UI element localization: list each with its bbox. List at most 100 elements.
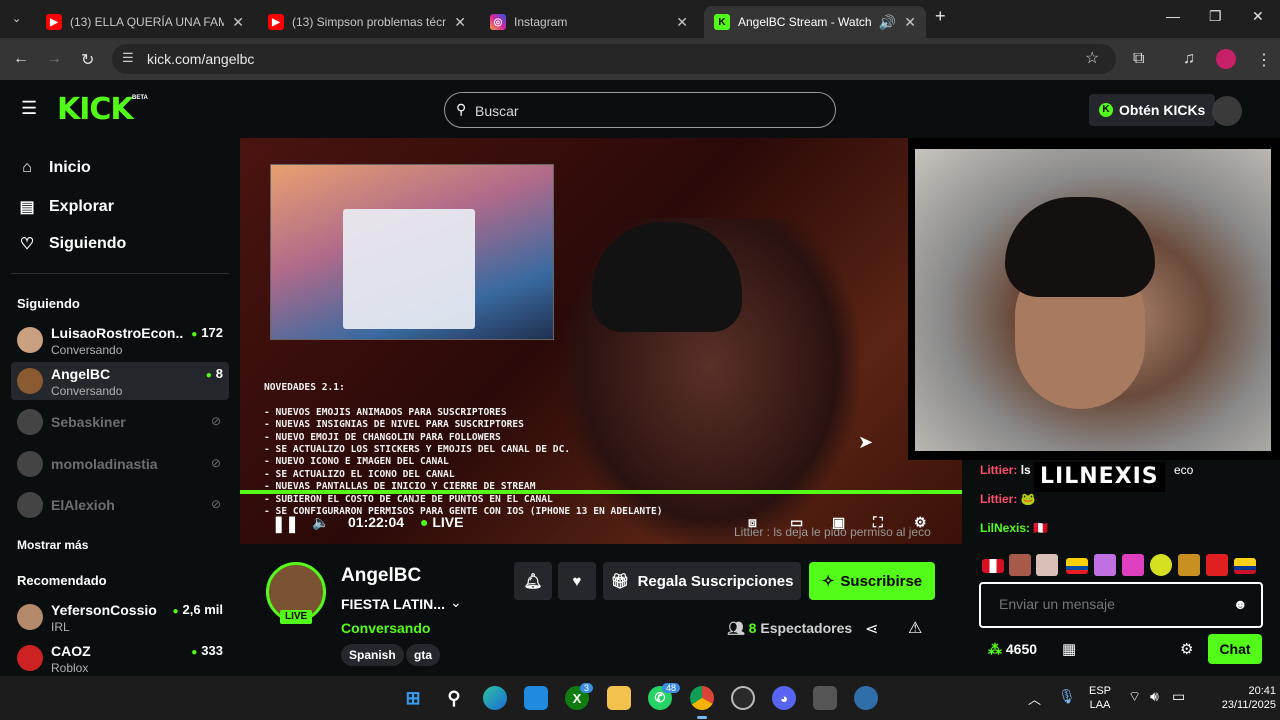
chat-username[interactable]: LilNexis: (980, 521, 1030, 535)
emote-colombia-flag[interactable] (1234, 558, 1256, 574)
discord-icon[interactable]: ◕ (772, 686, 796, 710)
kick-logo[interactable]: KICK (57, 92, 134, 127)
emote-1[interactable] (1009, 554, 1031, 576)
store-icon[interactable]: ▦ (1062, 640, 1076, 658)
sidebar-channel-sebaskiner[interactable]: Sebaskiner ⊘ (11, 403, 229, 441)
edge-icon[interactable] (483, 686, 507, 710)
emote-5[interactable] (1150, 554, 1172, 576)
sidebar-channel-momoladinastia[interactable]: momoladinastia ⊘ (11, 445, 229, 483)
sidebar-channel-luisao[interactable]: LuisaoRostroEcon... Conversando 172 (11, 321, 229, 359)
emote-2[interactable] (1036, 554, 1058, 576)
chat-username[interactable]: Littier: (980, 492, 1017, 506)
channel-name[interactable]: AngelBC (341, 565, 421, 587)
extensions-icon[interactable]: ⧉ (1133, 50, 1144, 68)
emote-7[interactable] (1206, 554, 1228, 576)
audio-icon[interactable]: 🔊 (879, 14, 896, 31)
tab-instagram[interactable]: ◎ Instagram ✕ (480, 6, 698, 38)
report-warning-icon[interactable]: ⚠ (908, 618, 922, 638)
pip-icon[interactable]: ⧈ (748, 514, 757, 531)
gift-subs-button[interactable]: 🎁︎ Regala Suscripciones (603, 562, 801, 600)
close-icon[interactable]: ✕ (676, 14, 688, 31)
clip-icon[interactable]: ▭ (790, 514, 803, 531)
tab-search-chevron-icon[interactable]: ⌄ (12, 12, 21, 25)
notification-bell-button[interactable]: 🔔︎ (514, 562, 552, 600)
forward-icon[interactable]: → (46, 50, 62, 68)
file-explorer-icon[interactable] (607, 686, 631, 710)
channel-category: IRL (51, 620, 70, 634)
emote-ecuador-flag[interactable] (1066, 558, 1088, 574)
clock[interactable]: 20:41 23/11/2025 (1196, 684, 1276, 712)
language-indicator[interactable]: ESP LAA (1086, 684, 1114, 712)
fullscreen-icon[interactable]: ⛶ (873, 514, 883, 531)
volume-icon[interactable]: 🔈 (312, 514, 329, 531)
sidebar-channel-angelbc[interactable]: AngelBC Conversando 8 (11, 362, 229, 400)
expand-title-chevron-icon[interactable]: ⌄ (450, 594, 462, 611)
chat-settings-icon[interactable]: ⚙ (1180, 640, 1193, 658)
get-kicks-button[interactable]: K Obtén KICKs (1089, 94, 1216, 126)
chat-send-button[interactable]: Chat (1208, 634, 1262, 664)
emote-3[interactable] (1094, 554, 1116, 576)
video-progress-bar[interactable] (240, 490, 962, 494)
media-controls-icon[interactable]: ♫ (1183, 50, 1195, 68)
nav-explorar[interactable]: ▤ Explorar (17, 197, 113, 217)
maximize-icon[interactable]: ❐ (1209, 8, 1222, 25)
stream-title: FIESTA LATIN... (341, 596, 445, 612)
pause-icon[interactable]: ❚❚ (272, 514, 299, 534)
emoji-picker-icon[interactable]: ☻ (1233, 596, 1248, 612)
hamburger-menu-icon[interactable]: ☰ (21, 98, 37, 119)
chrome-icon[interactable] (690, 686, 714, 710)
chat-input-box[interactable]: ☻ (979, 582, 1263, 628)
emote-peru-flag[interactable] (982, 559, 1004, 573)
window-close-icon[interactable]: ✕ (1252, 8, 1264, 25)
tab-youtube-1[interactable]: ▶ (13) ELLA QUERÍA UNA FAMILIA ✕ (36, 6, 254, 38)
search-icon[interactable]: ⚲ (442, 686, 466, 710)
show-more-link[interactable]: Mostrar más (17, 538, 88, 552)
back-icon[interactable]: ← (13, 50, 29, 68)
nav-siguiendo[interactable]: ♡ Siguiendo (17, 234, 127, 254)
wifi-icon[interactable]: ⌔ (1128, 688, 1141, 706)
microphone-icon[interactable]: 🎙︎ (1058, 688, 1076, 705)
reload-icon[interactable]: ↻ (81, 50, 94, 70)
user-avatar[interactable] (1212, 96, 1242, 126)
obs-icon[interactable] (731, 686, 755, 710)
subscribe-button[interactable]: ✧ Suscribirse (809, 562, 935, 600)
search-bar[interactable]: ⚲ Buscar (444, 92, 836, 128)
close-icon[interactable]: ✕ (904, 14, 916, 31)
video-player[interactable]: NOVEDADES 2.1: - NUEVOS EMOJIS ANIMADOS … (240, 138, 962, 544)
sidebar-channel-yefersoncossio[interactable]: YefersonCossio IRL 2,6 mil (11, 598, 229, 636)
close-icon[interactable]: ✕ (454, 14, 466, 31)
new-tab-icon[interactable]: + (935, 6, 946, 27)
app-icon-2[interactable] (854, 686, 878, 710)
chat-username[interactable]: Littier: (980, 463, 1017, 477)
settings-gear-icon[interactable]: ⚙ (914, 514, 927, 531)
app-icon[interactable] (813, 686, 837, 710)
nav-inicio[interactable]: ⌂ Inicio (17, 159, 91, 177)
channel-points[interactable]: ⁂ 4650 (988, 641, 1037, 658)
share-icon[interactable]: ⋖ (865, 619, 878, 639)
theater-mode-icon[interactable]: ▣ (832, 514, 845, 531)
menu-dots-icon[interactable]: ⋮ (1256, 50, 1272, 70)
profile-avatar[interactable] (1216, 49, 1236, 69)
emote-6[interactable] (1178, 554, 1200, 576)
sidebar-channel-caoz[interactable]: CAOZ Roblox 333 (11, 639, 229, 677)
omnibox[interactable]: ☰ kick.com/angelbc ☆ (112, 44, 1116, 74)
tray-chevron-icon[interactable]: ︿ (1028, 689, 1041, 708)
close-icon[interactable]: ✕ (232, 14, 244, 31)
bookmark-star-icon[interactable]: ☆ (1085, 48, 1099, 68)
volume-icon[interactable]: 🔊︎ (1150, 688, 1159, 705)
chat-input[interactable] (999, 596, 1229, 612)
site-info-icon[interactable]: ☰ (122, 50, 134, 66)
follow-heart-button[interactable]: ♥ (558, 562, 596, 600)
tag-gta[interactable]: gta (406, 644, 440, 666)
tag-spanish[interactable]: Spanish (341, 644, 404, 666)
tab-kick[interactable]: K AngelBC Stream - Watch Live 🔊 ✕ (704, 6, 926, 38)
viewer-count: 8 (206, 366, 223, 381)
battery-icon[interactable]: ▭ (1172, 688, 1185, 705)
tab-youtube-2[interactable]: ▶ (13) Simpson problemas técnicos ✕ (258, 6, 476, 38)
sidebar-channel-elalexioh[interactable]: ElAlexioh ⊘ (11, 486, 229, 524)
stream-category[interactable]: Conversando (341, 620, 430, 636)
minimize-icon[interactable]: — (1166, 8, 1180, 24)
windows-start-icon[interactable]: ⊞ (401, 686, 425, 710)
store-icon[interactable] (524, 686, 548, 710)
emote-4[interactable] (1122, 554, 1144, 576)
